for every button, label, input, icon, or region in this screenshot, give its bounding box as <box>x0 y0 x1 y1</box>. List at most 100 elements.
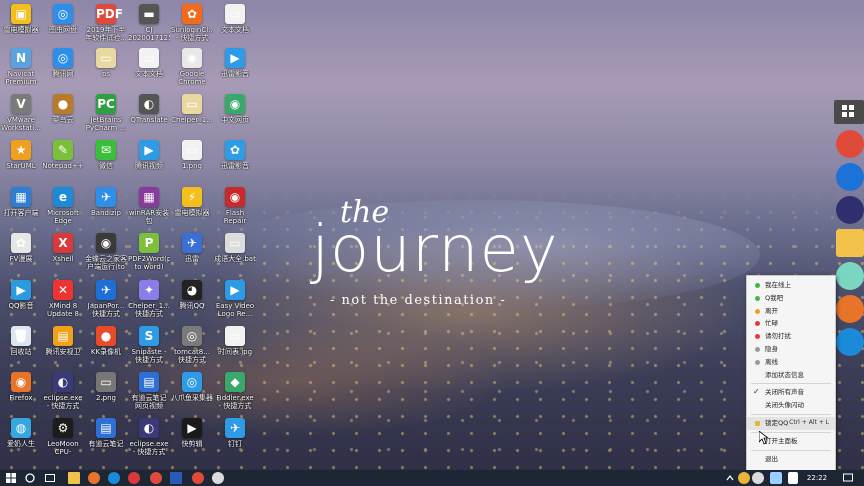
desktop-icon[interactable]: ▣ 雷电模拟器 <box>0 4 42 48</box>
desktop-icon-label: Bandizip <box>91 209 121 217</box>
volume-icon[interactable] <box>788 472 798 484</box>
edge-taskbar-icon[interactable] <box>108 472 120 484</box>
desktop-icon[interactable]: ✈ 钉钉 <box>214 418 256 462</box>
desktop-icon[interactable]: ▭ 1.png <box>171 140 213 184</box>
firefox-taskbar-icon[interactable] <box>88 472 100 484</box>
desktop-icon[interactable]: PDF 2019年下半年软件试验... <box>85 4 127 48</box>
edge-icon[interactable] <box>836 328 864 356</box>
tray-icon[interactable] <box>752 472 764 484</box>
desktop-icon[interactable]: ▦ 打开客户端 <box>0 187 42 231</box>
desktop-icon[interactable]: ✈ Bandizip <box>85 187 127 231</box>
desktop-icon[interactable]: ◉ 金蝶云之家客户端运行(to word) <box>85 233 127 277</box>
desktop-icon[interactable]: ⚡ 雷电模拟器 <box>171 187 213 231</box>
desktop-icon[interactable]: ★ StarUML <box>0 140 42 184</box>
desktop-icon[interactable]: ◕ 腾讯QQ <box>171 280 213 324</box>
folder-icon[interactable] <box>836 229 864 257</box>
task-view-icon[interactable] <box>44 472 56 484</box>
desktop-icon[interactable]: ● 菜鸟云 <box>42 94 84 138</box>
desktop-icon[interactable]: ✿ SunloginCl... - 快捷方式 <box>171 4 213 48</box>
desktop-icon[interactable]: ◍ 爱奶人生 <box>0 418 42 462</box>
desktop-icon[interactable]: ▭ 成语大全.bat <box>214 233 256 277</box>
desktop-icon[interactable]: ▤ 有道云笔记 <box>85 418 127 462</box>
desktop-icon[interactable]: ▶ 腾讯视频 <box>128 140 170 184</box>
windows-store-icon[interactable] <box>834 100 864 124</box>
taskbar-clock[interactable]: 22:22 <box>806 471 828 485</box>
desktop-icon[interactable]: ◎ tomcat8... 快捷方式 <box>171 326 213 370</box>
desktop-icon[interactable]: ▶ 迅雷影音 <box>214 48 256 92</box>
desktop-icon[interactable]: ✿ 迅雷影音 <box>214 140 256 184</box>
desktop-icon[interactable]: ◉ 中文网页 <box>214 94 256 138</box>
desktop-icon[interactable]: N Navicat Premium 12 <box>0 48 42 92</box>
desktop-icon[interactable]: V VMware Workstati... <box>0 94 42 138</box>
desktop-icon[interactable]: ⚙ LeoMoon CPU-V(cpu... <box>42 418 84 462</box>
menu-item-status[interactable]: 添加状态信息 <box>747 369 835 382</box>
desktop-icon[interactable]: ▬ CJ 2020017125... <box>128 4 170 48</box>
desktop-icon[interactable]: ▶ QQ影音 <box>0 280 42 324</box>
app-taskbar-icon-2[interactable] <box>212 472 224 484</box>
desktop-icon[interactable]: ◉ Flash Repair <box>214 187 256 231</box>
desktop-icon[interactable]: 🗑 回收站 <box>0 326 42 370</box>
chrome-taskbar-icon[interactable] <box>150 472 162 484</box>
desktop-icon[interactable]: ◎ 图虫网盘 <box>42 4 84 48</box>
menu-item-status[interactable]: Q我吧 <box>747 292 835 305</box>
desktop-icon[interactable]: ◐ eclipse.exe - 快捷方式 (2) <box>128 418 170 462</box>
desktop-icon[interactable]: ▦ winRAR安装包 <box>128 187 170 231</box>
desktop-icon[interactable]: ▭ Chelper_1... <box>171 94 213 138</box>
desktop-icon[interactable]: ◐ eclipse.exe - 快捷方式 <box>42 372 84 416</box>
desktop-icon[interactable]: PC JetBrains PyCharm ... <box>85 94 127 138</box>
notification-icon[interactable] <box>842 472 854 484</box>
word-taskbar-icon[interactable] <box>170 472 182 484</box>
menu-item-toggle[interactable]: ✓ 关闭所有声音 <box>747 386 835 399</box>
desktop-icon[interactable]: ▤ 有道云笔记 网页视频 <box>128 372 170 416</box>
app-taskbar-icon[interactable] <box>128 472 140 484</box>
desktop-icon[interactable]: e Microsoft Edge <box>42 187 84 231</box>
desktop-icon[interactable]: ▶ Easy Video Logo Re... <box>214 280 256 324</box>
desktop-icon[interactable]: ● KK录像机 <box>85 326 127 370</box>
pinwheel-icon[interactable] <box>836 262 864 290</box>
menu-item-status[interactable]: 我在线上 <box>747 279 835 292</box>
desktop-icon[interactable]: ✕ XMind 8 Update 8 <box>42 280 84 324</box>
windows-start-icon[interactable] <box>5 472 17 484</box>
menu-item-status[interactable]: 隐身 <box>747 343 835 356</box>
desktop-icon[interactable]: ✎ Notepad++ <box>42 140 84 184</box>
file-explorer-icon[interactable] <box>68 472 80 484</box>
chrome-icon[interactable] <box>836 130 864 158</box>
desktop-icon[interactable]: ◎ 腾讯网 <box>42 48 84 92</box>
menu-item-status[interactable]: 离线 <box>747 356 835 369</box>
qq-tray-icon[interactable] <box>738 472 750 484</box>
desktop-icon[interactable]: ▭ 文本文档 <box>128 48 170 92</box>
menu-item-toggle[interactable]: 关闭头像闪动 <box>747 399 835 412</box>
desktop-icon[interactable]: ✉ 微信 <box>85 140 127 184</box>
desktop-icon[interactable]: ◐ QTranslate <box>128 94 170 138</box>
desktop-icon[interactable]: ▭ ps <box>85 48 127 92</box>
search-icon[interactable] <box>24 472 36 484</box>
desktop-icon[interactable]: ▭ 文本文档 <box>214 4 256 48</box>
desktop-icon[interactable]: X Xshell <box>42 233 84 277</box>
menu-item-status[interactable]: 离开 <box>747 305 835 318</box>
menu-item-exit[interactable]: 退出 <box>747 453 835 466</box>
desktop-icon[interactable]: ✿ FV漫展 <box>0 233 42 277</box>
desktop-icon-label: winRAR安装包 <box>128 209 170 225</box>
chevron-up-icon[interactable] <box>724 472 736 484</box>
desktop-icon[interactable]: ✈ JapanPor... 快捷方式 <box>85 280 127 324</box>
desktop-icon[interactable]: ▤ 腾讯安视卫 <box>42 326 84 370</box>
desktop-icon[interactable]: ◎ 八爪鱼采集器 <box>171 372 213 416</box>
eclipse-icon[interactable] <box>836 196 864 224</box>
desktop-icon[interactable]: ◉ Firefox <box>0 372 42 416</box>
desktop-icon[interactable]: ✦ Chelper_1... 快捷方式 <box>128 280 170 324</box>
menu-item-status[interactable]: 请勿打扰 <box>747 330 835 343</box>
desktop-icon[interactable]: P PDF2Word(pdf to word) <box>128 233 170 277</box>
kk-icon[interactable] <box>836 163 864 191</box>
menu-item-status[interactable]: 忙碌 <box>747 317 835 330</box>
desktop-icon[interactable]: ▶ 快剪辑 <box>171 418 213 462</box>
desktop-icon[interactable]: S Snipaste - 快捷方式 <box>128 326 170 370</box>
desktop-icon[interactable]: ✈ 迅雷 <box>171 233 213 277</box>
firefox-icon[interactable] <box>836 295 864 323</box>
desktop-icon[interactable]: ◉ Google Chrome <box>171 48 213 92</box>
desktop-icon[interactable]: ▭ 时间表.jpg <box>214 326 256 370</box>
desktop-icon[interactable]: ◆ Fiddler.exe - 快捷方式 <box>214 372 256 416</box>
chrome-taskbar-icon-2[interactable] <box>192 472 204 484</box>
desktop-icon[interactable]: ▭ 2.png <box>85 372 127 416</box>
menu-item-lock-qq[interactable]: 锁定QQ Ctrl + Alt + L <box>747 416 835 430</box>
network-icon[interactable] <box>770 472 782 484</box>
